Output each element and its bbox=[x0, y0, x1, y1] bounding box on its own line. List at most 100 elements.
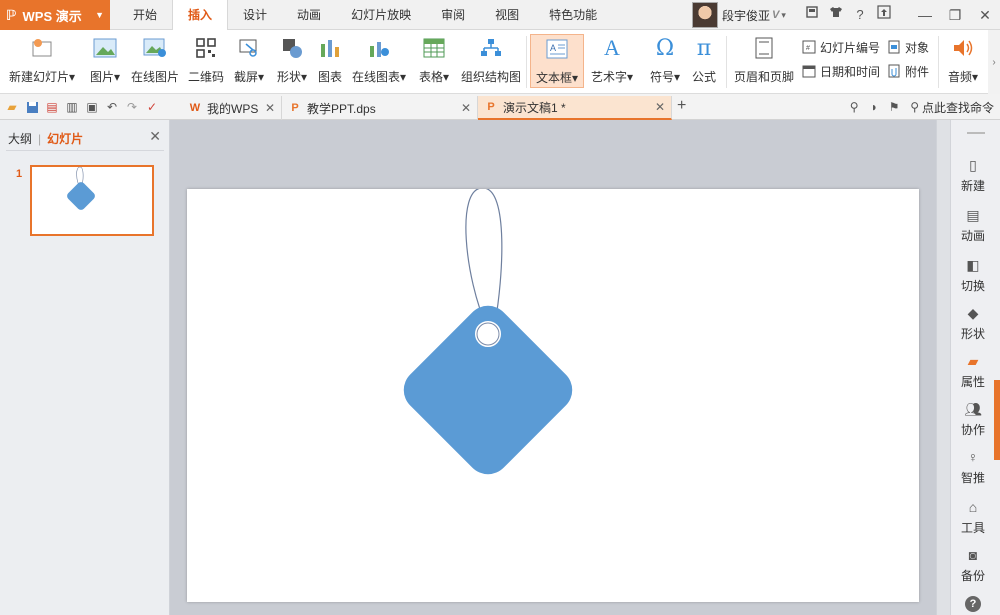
qrcode-button[interactable]: 二维码 bbox=[186, 34, 226, 88]
table-button[interactable]: 表格▾ bbox=[415, 34, 453, 88]
task-pane: ▯ 新建 ▤ 动画 ◧ 切换 ◆ 形状 ▰ 属性 👥︎ 协作 ♀ 智推 ⌂ 工具… bbox=[950, 120, 1000, 615]
clear-format-icon[interactable]: ⚲ bbox=[844, 97, 864, 117]
flag-icon[interactable]: ⚑ bbox=[884, 97, 904, 117]
toolbox-icon: ⌂ bbox=[968, 499, 978, 515]
help-icon[interactable]: ? bbox=[848, 3, 872, 27]
dropdown-arrow: ▾ bbox=[257, 70, 265, 84]
vertical-scrollbar[interactable] bbox=[936, 120, 950, 615]
close-icon[interactable]: ✕ bbox=[655, 100, 665, 114]
shirt-icon[interactable] bbox=[824, 3, 848, 27]
tag-shape[interactable] bbox=[187, 187, 919, 602]
pane-item-new[interactable]: ▯ 新建 bbox=[951, 156, 995, 194]
wordart-button[interactable]: A 艺术字▾ bbox=[588, 34, 636, 88]
window-controls: — ❐ ✕ bbox=[910, 0, 1000, 30]
header-footer-button[interactable]: 页眉和页脚 bbox=[733, 34, 795, 88]
picture-button[interactable]: 图片▾ bbox=[86, 34, 124, 88]
tabbar-right-tools: ⚲ ◗ ⚑ ⚲ 点此查找命令 bbox=[844, 96, 994, 118]
close-icon[interactable]: ✕ bbox=[461, 101, 471, 115]
tag-hole-ring bbox=[476, 322, 500, 346]
pane-item-shape[interactable]: ◆ 形状 bbox=[951, 304, 995, 342]
user-account[interactable]: 段宇俊亚 V ▾ bbox=[692, 0, 786, 30]
object-button[interactable]: 对象 bbox=[886, 36, 929, 58]
chevron-down-icon: ▾ bbox=[781, 9, 786, 20]
slide-canvas[interactable] bbox=[187, 187, 919, 602]
menu-tab-review[interactable]: 审阅 bbox=[426, 0, 480, 30]
svg-text:A: A bbox=[550, 43, 556, 53]
chart-button[interactable]: 图表 bbox=[316, 34, 344, 88]
presentation-file-icon: P bbox=[291, 102, 299, 114]
online-picture-icon bbox=[143, 36, 167, 60]
online-chart-button[interactable]: 在线图表▾ bbox=[350, 34, 408, 88]
close-icon[interactable]: ✕ bbox=[970, 7, 1000, 24]
formula-button[interactable]: π 公式 bbox=[688, 34, 720, 88]
panel-tab-divider: | bbox=[38, 131, 42, 146]
menu-tab-slideshow[interactable]: 幻灯片放映 bbox=[336, 0, 426, 30]
export-pdf-icon[interactable]: ▤ bbox=[42, 97, 62, 117]
restore-icon[interactable]: ❐ bbox=[940, 7, 970, 24]
tab-presentation-1[interactable]: P 演示文稿1 * ✕ bbox=[478, 96, 672, 120]
presentation-file-icon: P bbox=[487, 101, 495, 113]
menu-tab-home[interactable]: 开始 bbox=[118, 0, 172, 30]
pane-item-backup[interactable]: ◙ 备份 bbox=[951, 546, 995, 584]
slide-number-button[interactable]: # 幻灯片编号 bbox=[801, 36, 880, 58]
customize-icon[interactable]: ✓ bbox=[142, 97, 162, 117]
people-icon: 👥︎ bbox=[964, 400, 982, 417]
minimize-icon[interactable]: — bbox=[910, 7, 940, 23]
tab-label: 演示文稿1 * bbox=[503, 100, 566, 115]
pane-item-properties[interactable]: ▰ 属性 bbox=[951, 352, 995, 390]
username: 段宇俊亚 bbox=[722, 8, 771, 23]
symbol-button[interactable]: Ω 符号▾ bbox=[646, 34, 684, 88]
pane-item-tools[interactable]: ⌂ 工具 bbox=[951, 498, 995, 536]
shape-button[interactable]: 形状▾ bbox=[273, 34, 311, 88]
tab-outline[interactable]: 大纲 bbox=[8, 130, 32, 147]
command-search[interactable]: ⚲ 点此查找命令 bbox=[910, 99, 994, 116]
slide-thumbnail[interactable] bbox=[30, 165, 154, 236]
pi-icon: π bbox=[696, 35, 712, 61]
date-time-button[interactable]: 日期和时间 bbox=[801, 60, 880, 82]
tab-teaching-ppt[interactable]: P 教学PPT.dps ✕ bbox=[282, 96, 478, 120]
menu-tab-design[interactable]: 设计 bbox=[228, 0, 282, 30]
pane-item-animation[interactable]: ▤ 动画 bbox=[951, 206, 995, 244]
pane-item-smart-push[interactable]: ♀ 智推 bbox=[951, 448, 995, 486]
title-bar: ℙ WPS 演示 ▼ 开始 插入 设计 动画 幻灯片放映 审阅 视图 特色功能 … bbox=[0, 0, 1000, 31]
screenshot-button[interactable]: 截屏▾ bbox=[230, 34, 268, 88]
dropdown-arrow: ▾ bbox=[971, 70, 979, 84]
mark-icon[interactable]: ◗ bbox=[864, 97, 884, 117]
pane-collapse-handle[interactable] bbox=[994, 380, 1000, 460]
redo-icon[interactable]: ↷ bbox=[122, 97, 142, 117]
menu-tab-insert[interactable]: 插入 bbox=[172, 0, 229, 31]
close-icon[interactable]: ✕ bbox=[149, 128, 161, 145]
online-picture-button[interactable]: 在线图片 bbox=[130, 34, 180, 88]
help-icon[interactable]: ? bbox=[965, 596, 981, 612]
print-icon[interactable]: ▥ bbox=[62, 97, 82, 117]
avatar[interactable] bbox=[692, 2, 718, 28]
open-folder-icon[interactable]: ▰ bbox=[2, 97, 22, 117]
skin-icon[interactable] bbox=[800, 3, 824, 27]
tab-my-wps[interactable]: W 我的WPS ✕ bbox=[182, 96, 282, 120]
save-icon[interactable] bbox=[22, 97, 42, 117]
tab-slides[interactable]: 幻灯片 bbox=[47, 130, 83, 147]
add-tab-icon[interactable]: + bbox=[677, 97, 686, 115]
audio-button[interactable]: 音频▾ bbox=[943, 34, 983, 88]
close-icon[interactable]: ✕ bbox=[265, 101, 275, 115]
textbox-button[interactable]: A 文本框▾ bbox=[530, 34, 584, 88]
ribbon-scroll-right[interactable]: › bbox=[988, 30, 1000, 94]
menu-tab-animation[interactable]: 动画 bbox=[282, 0, 336, 30]
pane-item-transition[interactable]: ◧ 切换 bbox=[951, 256, 995, 294]
print-preview-icon[interactable]: ▣ bbox=[82, 97, 102, 117]
undo-icon[interactable]: ↶ bbox=[102, 97, 122, 117]
date-time-label: 日期和时间 bbox=[820, 64, 881, 79]
pane-item-collaborate[interactable]: 👥︎ 协作 bbox=[951, 400, 995, 438]
smartart-button[interactable]: 组织结构图 bbox=[460, 34, 522, 88]
upload-icon[interactable] bbox=[872, 3, 896, 27]
omega-icon: Ω bbox=[655, 35, 675, 61]
attachment-button[interactable]: 附件 bbox=[886, 60, 929, 82]
new-slide-label: 新建幻灯片 bbox=[8, 70, 69, 84]
new-slide-button[interactable]: 新建幻灯片▾ bbox=[8, 34, 76, 88]
svg-text:#: # bbox=[806, 45, 810, 52]
bar-chart-icon bbox=[318, 36, 342, 60]
lightbulb-icon: ♀ bbox=[967, 449, 979, 465]
app-menu-button[interactable]: ℙ WPS 演示 ▼ bbox=[0, 0, 110, 30]
menu-tab-features[interactable]: 特色功能 bbox=[534, 0, 612, 30]
menu-tab-view[interactable]: 视图 bbox=[480, 0, 534, 30]
